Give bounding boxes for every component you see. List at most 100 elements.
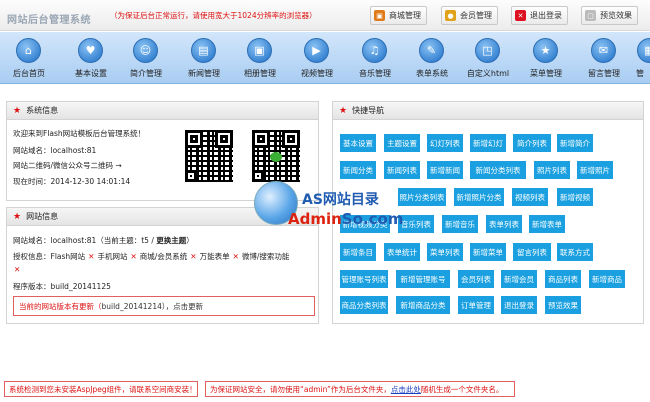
nav-label: 后台首页	[13, 69, 45, 78]
quick-nav-button[interactable]: 简介列表	[513, 134, 551, 152]
wechat-icon	[270, 152, 282, 162]
star-icon: ★	[533, 38, 558, 63]
nav-intro[interactable]: ☺ 简介管理	[124, 35, 168, 83]
security-notice-suffix: 随机生成一个文件夹名。	[420, 384, 504, 394]
aspjpeg-warning: 系统检测到您未安装AspJpeg组件，请联系空间商安装！	[4, 381, 198, 397]
quick-nav-button[interactable]: 基本设置	[340, 134, 376, 152]
nav-label: 基本设置	[75, 69, 107, 78]
quick-nav-button[interactable]: 主题设置	[384, 134, 420, 152]
quick-nav-button[interactable]: 新增视频	[557, 188, 593, 206]
quick-nav-button[interactable]: 商品列表	[545, 270, 581, 288]
member-icon: ●	[445, 10, 456, 21]
quick-nav-button[interactable]: 新闻分类列表	[470, 161, 526, 179]
qrcode-label: 网站二维码/微信公众号二维码 →	[13, 161, 122, 170]
site-qrcode	[185, 130, 233, 182]
update-notice[interactable]: 当前的网站版本有更新（ build_20141214 ），点击更新	[13, 296, 315, 316]
quick-nav-button[interactable]: 联系方式	[557, 243, 593, 261]
quick-nav-button[interactable]: 新增菜单	[470, 243, 506, 261]
watermark-line2: AdminSo.com	[288, 210, 403, 228]
close-icon: ✕	[515, 10, 526, 21]
nav-video[interactable]: ▶ 视频管理	[295, 35, 339, 83]
quick-nav-button[interactable]: 新增照片	[577, 161, 613, 179]
html-icon: ◳	[475, 38, 500, 63]
nav-photos[interactable]: ▣ 相册管理	[238, 35, 282, 83]
auth-item: 手机网站	[97, 252, 128, 261]
quick-nav-button[interactable]: 新增会员	[501, 270, 537, 288]
nav-news[interactable]: ▤ 新闻管理	[182, 35, 226, 83]
nav-label: 音乐管理	[359, 69, 391, 78]
nav-label: 管	[636, 69, 644, 78]
quick-nav-button[interactable]: 新增商品分类	[396, 296, 450, 314]
quick-nav-header: ★ 快捷导航	[333, 102, 643, 120]
home-icon: ⌂	[16, 38, 41, 63]
star-icon: ★	[339, 105, 348, 116]
quick-nav-button[interactable]: 新增新闻	[427, 161, 463, 179]
form-icon: ✎	[419, 38, 444, 63]
nav-messages[interactable]: ✉ 留言管理	[582, 35, 626, 83]
quick-nav-button[interactable]: 管理账号列表	[340, 270, 388, 288]
quick-nav-button[interactable]: 留言列表	[513, 243, 551, 261]
nav-label: 留言管理	[588, 69, 620, 78]
video-icon: ▶	[304, 38, 329, 63]
watermark-logo: AS网站目录 AdminSo.com	[252, 173, 403, 235]
current-time: 现在时间：2014-12-30 14:01:14	[13, 177, 131, 186]
quick-nav-button[interactable]: 表单统计	[384, 243, 420, 261]
quick-nav-button[interactable]: 新增简介	[557, 134, 593, 152]
auth-item: 商城/会员系统	[139, 252, 188, 261]
quick-nav-button[interactable]: 新增管理账号	[396, 270, 450, 288]
nav-menu[interactable]: ★ 菜单管理	[524, 35, 568, 83]
quick-nav-button[interactable]: 视频列表	[512, 188, 548, 206]
nav-label: 自定义html	[466, 69, 510, 78]
quick-nav-button[interactable]: 预览效果	[545, 296, 581, 314]
cross-icon: ✕	[130, 252, 137, 261]
quick-nav-button[interactable]: 幻灯列表	[427, 134, 463, 152]
member-manage-label: 会员管理	[460, 11, 492, 20]
quick-nav-button[interactable]: 照片列表	[534, 161, 570, 179]
mall-manage-label: 商城管理	[389, 11, 421, 20]
quick-nav-button[interactable]: 菜单列表	[427, 243, 463, 261]
nav-label: 表单系统	[416, 69, 448, 78]
more-icon: ▦	[637, 38, 650, 63]
quick-nav-button[interactable]: 商品分类列表	[340, 296, 388, 314]
nav-basic-settings[interactable]: ♥ 基本设置	[69, 35, 113, 83]
auth-prefix: 授权信息：Flash网站	[13, 252, 86, 261]
update-link[interactable]: ），点击更新	[162, 301, 203, 312]
quick-nav-button[interactable]: 新增商品	[589, 270, 625, 288]
nav-music[interactable]: ♫ 音乐管理	[353, 35, 397, 83]
music-icon: ♫	[362, 38, 387, 63]
nav-forms[interactable]: ✎ 表单系统	[410, 35, 454, 83]
member-manage-button[interactable]: ● 会员管理	[441, 6, 498, 25]
quick-nav-button[interactable]: 新增照片分类	[454, 188, 504, 206]
quick-nav-button[interactable]: 照片分类列表	[398, 188, 446, 206]
change-theme-link[interactable]: 更换主题	[156, 236, 186, 245]
cross-icon: ✕	[88, 252, 95, 261]
quick-nav-button[interactable]: 新增幻灯	[470, 134, 506, 152]
preview-button[interactable]: ▢ 预览效果	[581, 6, 638, 25]
generate-folder-link[interactable]: 点击此处	[391, 384, 421, 395]
top-bar: 网站后台管理系统 （为保证后台正常运行，请使用宽大于1024分辨率的浏览器） ▣…	[0, 0, 650, 31]
security-notice: 为保证网站安全，请勿使用“admin”作为后台文件夹， 点击此处 随机生成一个文件夹…	[205, 381, 515, 397]
update-prefix: 当前的网站版本有更新（	[19, 301, 102, 311]
quick-nav-button[interactable]: 退出登录	[501, 296, 537, 314]
system-info-title: 系统信息	[26, 106, 59, 115]
system-info-header: ★ 系统信息	[7, 102, 318, 120]
quick-nav-button[interactable]: 会员列表	[458, 270, 494, 288]
domain-theme-suffix: ）	[186, 236, 194, 245]
nav-more[interactable]: ▦ 管	[628, 35, 650, 83]
quick-nav-button[interactable]: 订单管理	[458, 296, 494, 314]
domain-theme-text: 网站域名：localhost:81（当前主题：t5 /	[13, 236, 157, 245]
quick-nav-button[interactable]: 新增音乐	[442, 215, 478, 233]
nav-custom-html[interactable]: ◳ 自定义html	[466, 35, 510, 83]
security-notice-text: 为保证网站安全，请勿使用“admin”作为后台文件夹，	[210, 384, 391, 394]
nav-home[interactable]: ⌂ 后台首页	[7, 35, 51, 83]
quick-nav-button[interactable]: 新增条目	[340, 243, 376, 261]
logout-button[interactable]: ✕ 退出登录	[511, 6, 568, 25]
welcome-text: 欢迎来到Flash网站模板后台管理系统！	[13, 129, 146, 138]
quick-nav-button[interactable]: 表单列表	[486, 215, 522, 233]
site-domain-theme: 网站域名：localhost:81（当前主题：t5 / 更换主题）	[13, 235, 194, 246]
logout-label: 退出登录	[530, 11, 562, 20]
watermark-line2-a: Admin	[288, 210, 342, 228]
quick-nav-button[interactable]: 新增表单	[529, 215, 565, 233]
auth-info: 授权信息：Flash网站 ✕ 手机网站 ✕ 商城/会员系统 ✕ 万能表单 ✕ 微博/搜索功能	[13, 251, 289, 262]
mall-manage-button[interactable]: ▣ 商城管理	[370, 6, 427, 25]
